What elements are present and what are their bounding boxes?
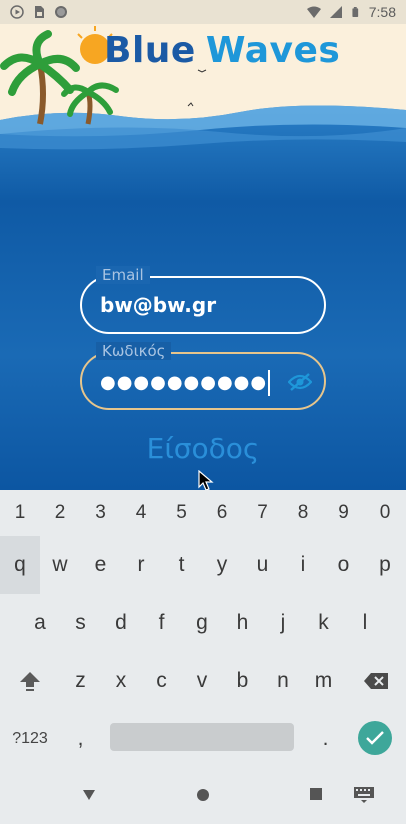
backspace-key[interactable] [346, 652, 406, 710]
key-0[interactable]: 0 [364, 490, 406, 536]
navigation-bar [0, 770, 406, 824]
battery-icon [352, 7, 358, 17]
key-x[interactable]: x [101, 652, 141, 710]
key-l[interactable]: l [344, 594, 386, 652]
status-bar: 7:58 [0, 0, 406, 24]
period-key[interactable]: . [305, 710, 346, 768]
keyboard-row-2: a s d f g h j k l [0, 594, 406, 652]
text-caret [268, 370, 271, 396]
key-w[interactable]: w [40, 536, 80, 594]
soft-keyboard: 1 2 3 4 5 6 7 8 9 0 q w e r t y u i o p … [0, 490, 406, 770]
key-c[interactable]: c [141, 652, 182, 710]
shift-key[interactable] [0, 652, 60, 710]
key-o[interactable]: o [323, 536, 364, 594]
key-z[interactable]: z [60, 652, 101, 710]
backspace-icon [364, 673, 388, 689]
keyboard-row-3: z x c v b n m [0, 652, 406, 710]
key-8[interactable]: 8 [283, 490, 323, 536]
back-icon[interactable] [82, 788, 96, 802]
login-button[interactable]: Είσοδος [0, 432, 406, 465]
password-field[interactable]: Κωδικός ●●●●●●●●●● [80, 342, 326, 410]
key-m[interactable]: m [303, 652, 344, 710]
key-6[interactable]: 6 [202, 490, 242, 536]
password-dots: ●●●●●●●●●● [100, 372, 268, 393]
password-label: Κωδικός [96, 342, 172, 360]
done-key[interactable] [358, 721, 392, 755]
key-u[interactable]: u [242, 536, 283, 594]
key-3[interactable]: 3 [80, 490, 121, 536]
mouse-pointer-icon [198, 470, 214, 490]
key-5[interactable]: 5 [161, 490, 202, 536]
sea-background [0, 26, 406, 490]
key-t[interactable]: t [161, 536, 202, 594]
symbols-key[interactable]: ?123 [0, 710, 60, 768]
comma-key[interactable]: , [60, 710, 101, 768]
login-screen: Blue Waves Email bw@bw.gr Κωδικός ●●●●●●●… [0, 24, 406, 490]
wifi-icon [306, 6, 321, 18]
key-h[interactable]: h [222, 594, 263, 652]
key-7[interactable]: 7 [242, 490, 283, 536]
key-j[interactable]: j [263, 594, 303, 652]
title-word-waves: Waves [205, 30, 341, 71]
key-b[interactable]: b [222, 652, 263, 710]
key-n[interactable]: n [263, 652, 303, 710]
key-y[interactable]: y [202, 536, 242, 594]
key-r[interactable]: r [121, 536, 161, 594]
key-p[interactable]: p [364, 536, 406, 594]
key-2[interactable]: 2 [40, 490, 80, 536]
signal-icon [329, 6, 342, 18]
password-value: ●●●●●●●●●● [100, 370, 271, 396]
title-word-blue: Blue [104, 30, 196, 71]
visibility-off-icon[interactable] [288, 372, 312, 392]
email-label: Email [96, 266, 150, 284]
key-v[interactable]: v [182, 652, 222, 710]
circle-icon [55, 6, 67, 18]
key-i[interactable]: i [283, 536, 323, 594]
recents-icon[interactable] [310, 788, 322, 800]
key-d[interactable]: d [101, 594, 141, 652]
home-icon[interactable] [196, 788, 210, 802]
key-s[interactable]: s [60, 594, 101, 652]
shift-icon [20, 672, 40, 691]
key-a[interactable]: a [20, 594, 60, 652]
keyboard-switch-icon[interactable] [354, 787, 374, 803]
sim-card-icon [35, 6, 44, 18]
key-q[interactable]: q [0, 536, 40, 594]
email-field[interactable]: Email bw@bw.gr [80, 266, 326, 334]
key-k[interactable]: k [303, 594, 344, 652]
key-g[interactable]: g [182, 594, 222, 652]
email-value: bw@bw.gr [100, 293, 217, 317]
keyboard-row-1: q w e r t y u i o p [0, 536, 406, 594]
app-title: Blue Waves [104, 30, 340, 71]
key-9[interactable]: 9 [323, 490, 364, 536]
key-1[interactable]: 1 [0, 490, 40, 536]
key-e[interactable]: e [80, 536, 121, 594]
key-4[interactable]: 4 [121, 490, 161, 536]
clock: 7:58 [368, 4, 396, 20]
key-f[interactable]: f [141, 594, 182, 652]
play-icon [10, 5, 24, 19]
check-icon [366, 731, 384, 745]
space-bar[interactable] [110, 723, 294, 751]
